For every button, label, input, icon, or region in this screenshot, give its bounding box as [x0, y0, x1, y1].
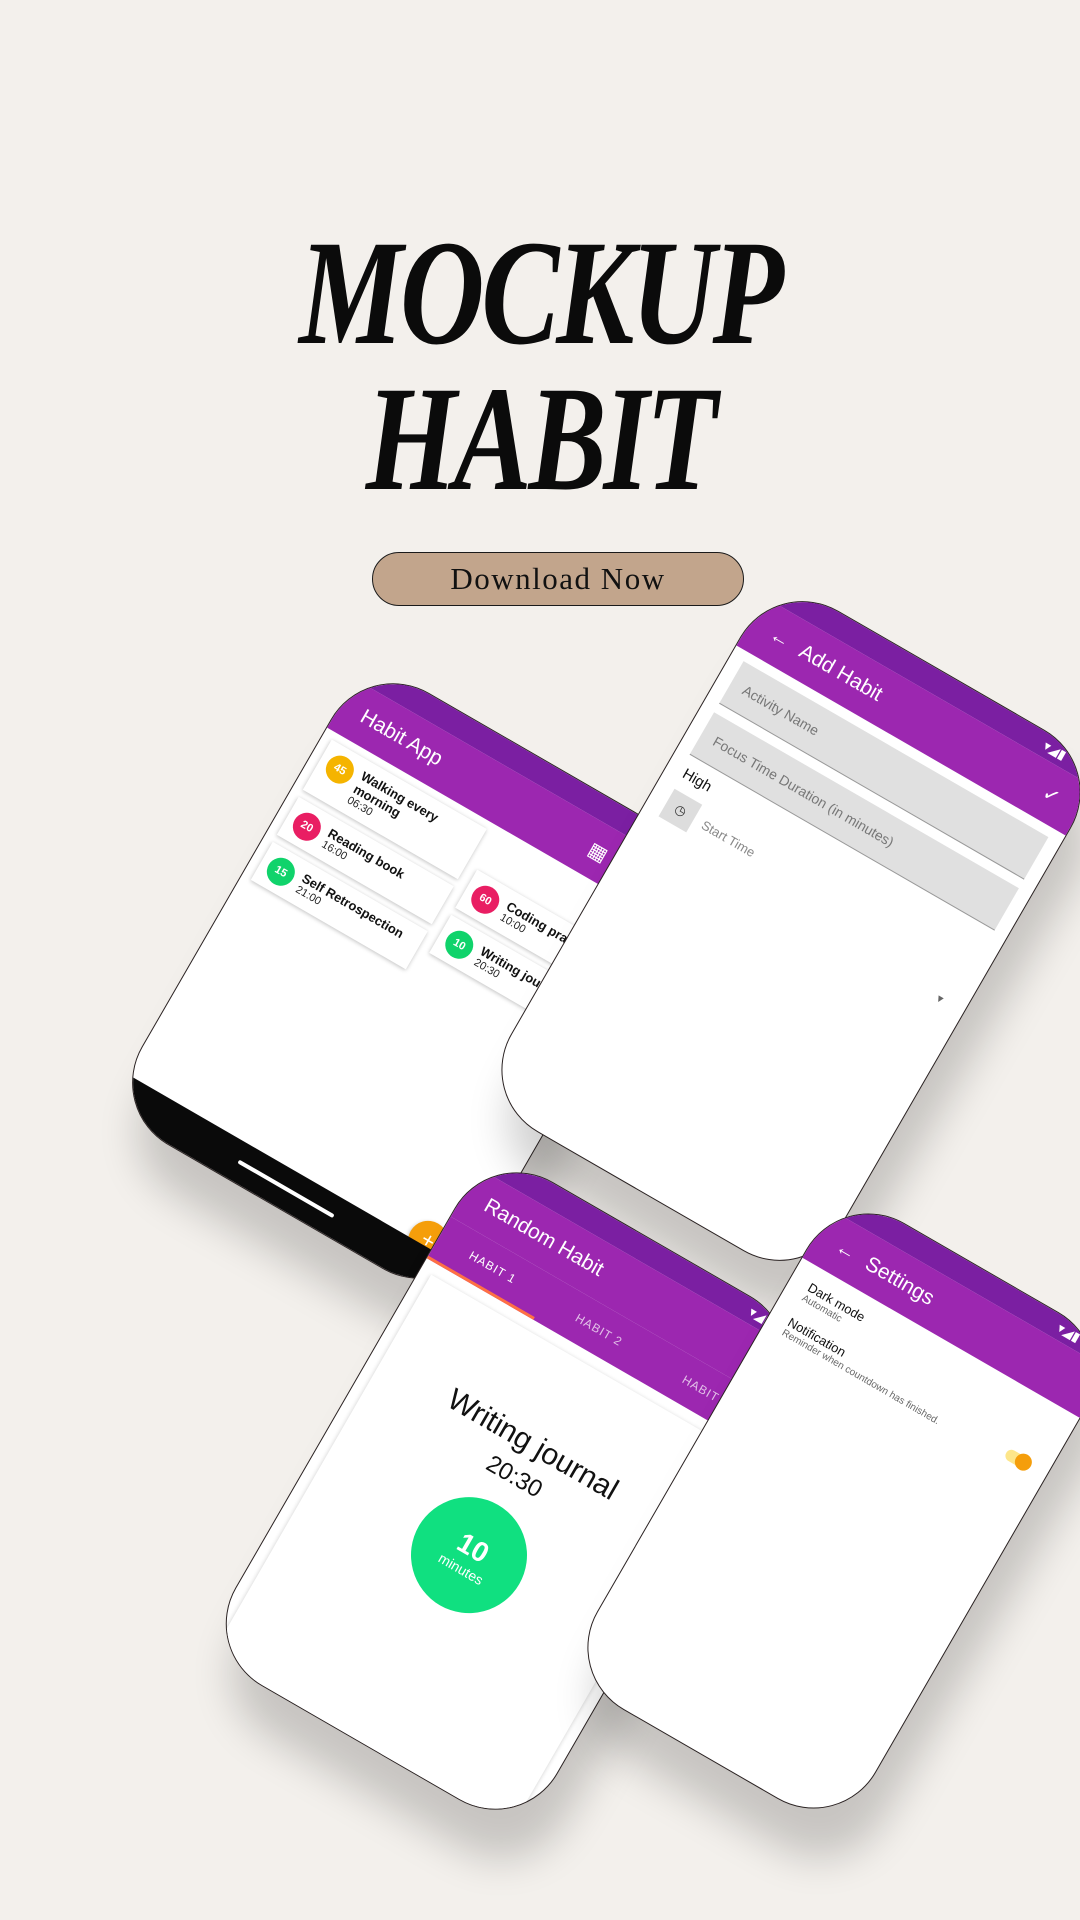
download-now-button[interactable]: Download Now	[372, 552, 744, 606]
priority-badge: 45	[320, 750, 359, 789]
priority-badge: 15	[261, 852, 300, 891]
start-time-label: Start Time	[699, 817, 758, 860]
hero-title-line1: MOCKUP	[299, 210, 784, 376]
priority-badge: 20	[287, 807, 326, 846]
priority-badge: 60	[466, 880, 505, 919]
open-countdown-button[interactable]: OPEN COUNT DOWN	[258, 1752, 396, 1837]
back-arrow-icon[interactable]: ←	[765, 623, 794, 653]
home-indicator[interactable]	[237, 1159, 335, 1219]
clock-icon[interactable]: ◷	[658, 788, 703, 833]
nav-bar	[107, 1074, 465, 1304]
hero-title-line2: HABIT	[365, 356, 718, 522]
priority-badge: 10	[440, 925, 479, 964]
check-icon[interactable]: ✓	[1038, 780, 1065, 810]
notification-toggle[interactable]	[1003, 1447, 1032, 1472]
back-arrow-icon[interactable]: ←	[831, 1236, 860, 1266]
